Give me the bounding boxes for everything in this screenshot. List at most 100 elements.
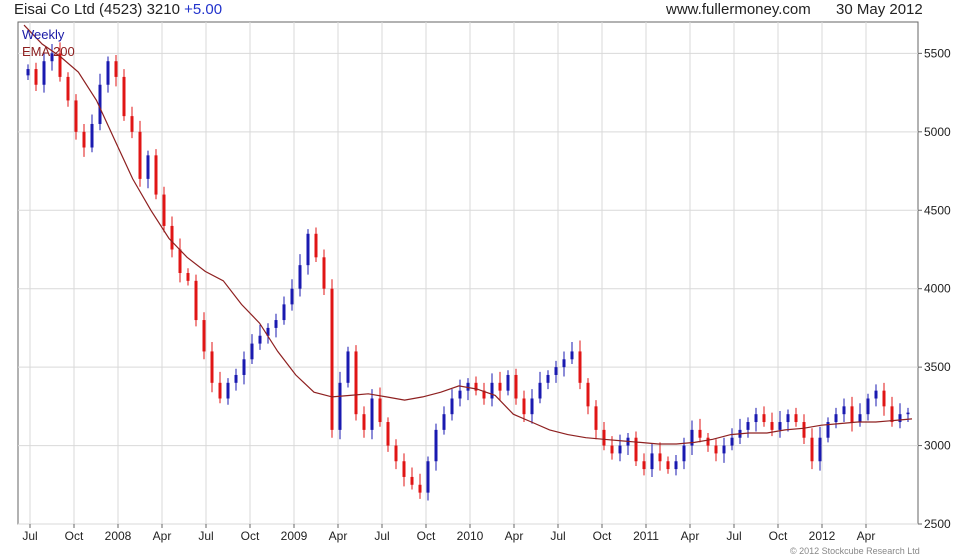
candle-body xyxy=(546,374,550,383)
y-tick-label: 5000 xyxy=(924,125,951,139)
x-tick-label: Oct xyxy=(65,529,84,543)
candle-body xyxy=(338,382,342,430)
candle-body xyxy=(578,351,582,383)
candle-body xyxy=(706,437,710,446)
x-tick-label: Jul xyxy=(198,529,213,543)
candle-body xyxy=(810,437,814,462)
x-tick-label: Oct xyxy=(593,529,612,543)
x-tick-label: 2008 xyxy=(105,529,132,543)
candle-body xyxy=(642,461,646,470)
candle-body xyxy=(330,288,334,430)
candle-body xyxy=(322,257,326,289)
x-tick-label: Apr xyxy=(329,529,348,543)
candle-body xyxy=(722,445,726,454)
candle-body xyxy=(218,382,222,399)
candle-body xyxy=(242,359,246,375)
candle-body xyxy=(658,453,662,462)
candle-body xyxy=(882,390,886,407)
y-tick-label: 5500 xyxy=(924,46,951,60)
candle-body xyxy=(26,69,30,76)
candle-body xyxy=(778,422,782,430)
candle-body xyxy=(146,155,150,179)
candle-body xyxy=(506,374,510,391)
candle-body xyxy=(610,445,614,454)
x-tick-label: Oct xyxy=(241,529,260,543)
x-tick-label: Jul xyxy=(374,529,389,543)
candle-body xyxy=(186,273,190,281)
candle-body xyxy=(426,461,430,493)
candle-body xyxy=(274,320,278,328)
x-tick-label: Jul xyxy=(726,529,741,543)
candle-body xyxy=(434,429,438,462)
candle-body xyxy=(90,123,94,148)
candle-body xyxy=(490,382,494,399)
candle-body xyxy=(570,351,574,360)
candle-body xyxy=(282,304,286,321)
candle-body xyxy=(170,225,174,250)
candle-body xyxy=(794,414,798,423)
candle-body xyxy=(42,61,46,85)
y-tick-label: 3000 xyxy=(924,439,951,453)
candle-body xyxy=(442,414,446,430)
candle-body xyxy=(130,116,134,132)
candle-body xyxy=(234,374,238,383)
candle-body xyxy=(306,233,310,266)
candle-body xyxy=(634,437,638,462)
x-tick-label: Apr xyxy=(681,529,700,543)
candle-body xyxy=(106,61,110,85)
candle-body xyxy=(394,445,398,462)
x-tick-label: Oct xyxy=(417,529,436,543)
x-tick-label: Apr xyxy=(857,529,876,543)
candle-body xyxy=(786,414,790,423)
candle-body xyxy=(754,414,758,423)
x-tick-label: Jul xyxy=(22,529,37,543)
candle-body xyxy=(906,412,910,415)
candle-body xyxy=(162,194,166,226)
candle-body xyxy=(866,398,870,415)
candle-body xyxy=(834,414,838,423)
candle-body xyxy=(858,414,862,423)
candle-body xyxy=(698,429,702,438)
candle-body xyxy=(714,445,718,454)
candle-body xyxy=(290,288,294,305)
candle-body xyxy=(514,374,518,399)
candle-body xyxy=(746,422,750,430)
candle-body xyxy=(66,76,70,101)
price-chart: 2500 3000 3500 4000 4500 5000 5500 Jul Oct 2008 A… xyxy=(17,21,951,543)
candle-body xyxy=(194,280,198,321)
x-tick-label: Apr xyxy=(505,529,524,543)
candle-body xyxy=(386,422,390,446)
candle-body xyxy=(74,100,78,132)
x-axis: Jul Oct 2008 Apr Jul Oct 2009 Apr Jul Oct 2010 Apr J… xyxy=(22,524,875,543)
y-tick-label: 4500 xyxy=(924,203,951,217)
candle-body xyxy=(418,484,422,493)
legend-weekly: Weekly xyxy=(22,27,65,42)
y-tick-label: 2500 xyxy=(924,517,951,531)
candle-body xyxy=(458,390,462,399)
y-tick-label: 3500 xyxy=(924,360,951,374)
copyright-note: © 2012 Stockcube Research Ltd xyxy=(790,546,920,556)
candle-body xyxy=(346,351,350,383)
candle-body xyxy=(354,351,358,415)
candle-body xyxy=(498,382,502,391)
candle-body xyxy=(850,406,854,423)
candle-body xyxy=(370,398,374,430)
candle-body xyxy=(650,453,654,470)
x-tick-label: 2010 xyxy=(457,529,484,543)
candle-body xyxy=(522,398,526,415)
candle-body xyxy=(674,461,678,470)
candle-body xyxy=(34,69,38,85)
candle-body xyxy=(362,414,366,430)
candle-body xyxy=(602,429,606,446)
x-tick-label: Jul xyxy=(550,529,565,543)
candle-body xyxy=(730,437,734,446)
x-tick-label: Apr xyxy=(153,529,172,543)
candle-body xyxy=(82,131,86,148)
candle-body xyxy=(538,382,542,399)
candle-body xyxy=(586,382,590,407)
candle-body xyxy=(250,343,254,360)
candle-body xyxy=(202,320,206,352)
x-tick-label: 2009 xyxy=(281,529,308,543)
candle-body xyxy=(554,367,558,375)
candle-body xyxy=(618,445,622,454)
